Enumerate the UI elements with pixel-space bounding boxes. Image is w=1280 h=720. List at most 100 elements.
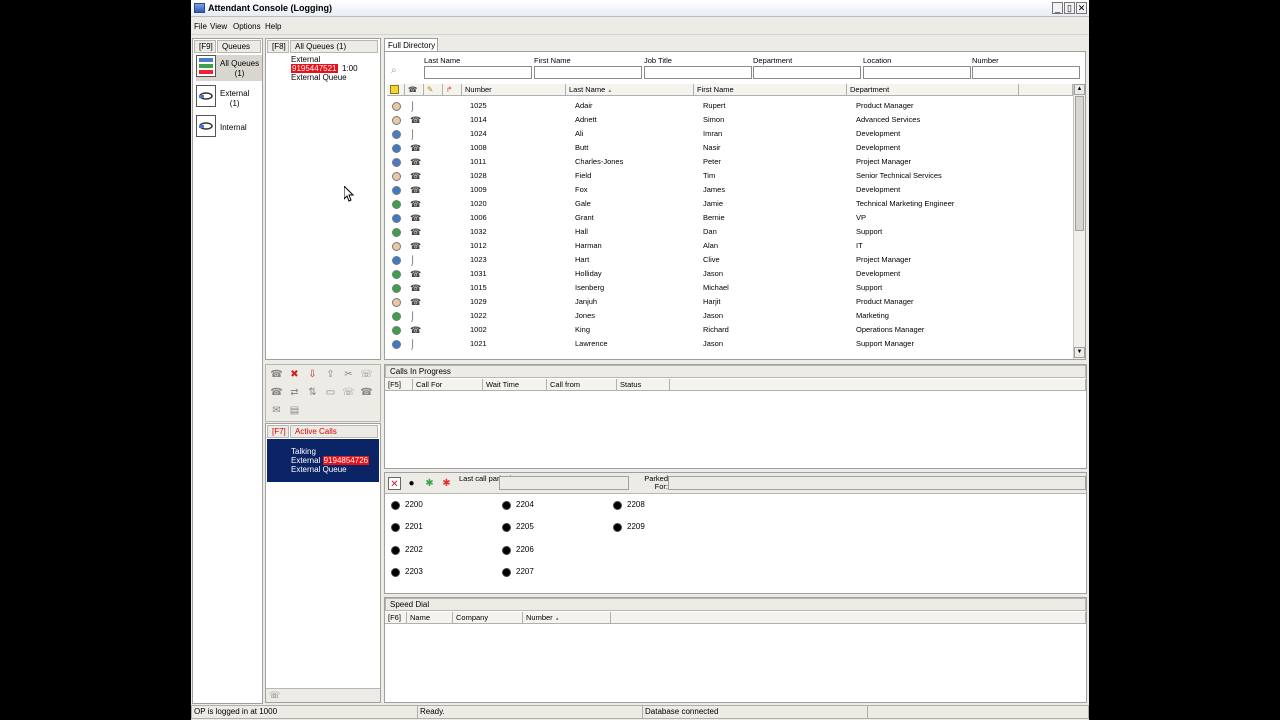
speed-dial-column-name[interactable]: Name: [407, 612, 453, 624]
directory-cell-department: Product Manager: [856, 297, 914, 306]
transfer-icon[interactable]: ⇪: [324, 368, 337, 381]
queue-item-internal[interactable]: Internal: [196, 115, 262, 141]
scroll-down-arrow[interactable]: ▼: [1074, 347, 1085, 358]
directory-row[interactable]: ⌡ 1025 Adair Rupert Product Manager: [385, 99, 1071, 113]
menu-file[interactable]: File: [194, 22, 207, 31]
hold-icon[interactable]: ⇩: [306, 368, 319, 381]
camp-on-icon[interactable]: ⇅: [306, 386, 319, 399]
directory-cell-first-name: Michael: [703, 283, 729, 292]
search-number-input[interactable]: [972, 66, 1080, 79]
notes-icon[interactable]: ▤: [288, 404, 301, 417]
presence-status-icon: [392, 172, 401, 181]
queue-item-all[interactable]: All Queues (1): [196, 55, 262, 81]
directory-scrollbar[interactable]: ▲ ▼: [1073, 84, 1085, 359]
search-job-title-input[interactable]: [644, 66, 752, 79]
speed-dial-column-number[interactable]: Number ▲: [523, 612, 611, 624]
directory-row[interactable]: ⌡ 1022 Jones Jason Marketing: [385, 309, 1071, 323]
device-column-icon[interactable]: ☎: [405, 84, 424, 96]
answer-icon[interactable]: ☎: [270, 368, 283, 381]
calls-column-status[interactable]: Status: [617, 379, 670, 391]
tab-full-directory[interactable]: Full Directory: [384, 38, 438, 52]
calls-column-wait-time[interactable]: Wait Time: [483, 379, 547, 391]
park-slot[interactable]: 2204: [502, 499, 562, 511]
directory-row[interactable]: ☎ 1006 Grant Bernie VP: [385, 211, 1071, 225]
search-department-input[interactable]: [753, 66, 861, 79]
retrieve-icon[interactable]: ☏: [342, 386, 355, 399]
park-call-icon[interactable]: ✕: [388, 477, 401, 490]
column-department[interactable]: Department: [847, 84, 1019, 96]
park-slot[interactable]: 2209: [613, 521, 673, 533]
column-number[interactable]: Number: [462, 84, 566, 96]
park-slot[interactable]: 2206: [502, 544, 562, 556]
column-first-name[interactable]: First Name: [694, 84, 847, 96]
speed-dial-column-company[interactable]: Company: [453, 612, 523, 624]
directory-row[interactable]: ☎ 1002 King Richard Operations Manager: [385, 323, 1071, 337]
park-slot-icon[interactable]: ●: [405, 477, 418, 490]
parked-for-field: [668, 476, 1086, 490]
directory-row[interactable]: ☎ 1031 Holliday Jason Development: [385, 267, 1071, 281]
search-first-name-input[interactable]: [534, 66, 642, 79]
directory-row[interactable]: ⌡ 1021 Lawrence Jason Support Manager: [385, 337, 1071, 351]
directory-cell-department: VP: [856, 213, 867, 222]
directory-row[interactable]: ☎ 1015 Isenberg Michael Support: [385, 281, 1071, 295]
park-slot[interactable]: 2205: [502, 521, 562, 533]
search-last-name-input[interactable]: [424, 66, 532, 79]
search-location-input[interactable]: [863, 66, 971, 79]
presence-column-icon[interactable]: [387, 84, 405, 96]
directory-row[interactable]: ☎ 1028 Field Tim Senior Technical Services: [385, 169, 1071, 183]
close-button[interactable]: ✕: [1076, 2, 1087, 14]
park-busy-icon[interactable]: ✱: [440, 477, 453, 490]
park-slot[interactable]: 2200: [391, 499, 451, 511]
message-icon[interactable]: ✉: [270, 404, 283, 417]
directory-row[interactable]: ⌡ 1023 Hart Clive Project Manager: [385, 253, 1071, 267]
calls-column-call-from[interactable]: Call from: [547, 379, 617, 391]
phone-icon: ☎: [410, 171, 422, 181]
dial-icon[interactable]: ☎: [270, 386, 283, 399]
queue-calls-panel: [F8] All Queues (1) External 9195447521 …: [265, 38, 381, 360]
park-slot[interactable]: 2208: [613, 499, 673, 511]
search-label-location: Location: [863, 56, 892, 65]
menu-help[interactable]: Help: [265, 22, 281, 31]
notes-column-icon[interactable]: ✎: [424, 84, 443, 96]
release-icon[interactable]: ✖: [288, 368, 301, 381]
scroll-thumb[interactable]: [1075, 96, 1084, 231]
search-label-job-title: Job Title: [644, 56, 672, 65]
search-icon[interactable]: ⌕: [391, 65, 397, 76]
active-call[interactable]: Talking External 9194854726 External Que…: [267, 439, 379, 482]
directory-row[interactable]: ⌡ 1024 Ali Imran Development: [385, 127, 1071, 141]
active-call-queue: External Queue: [291, 465, 347, 474]
column-last-name[interactable]: Last Name ▲: [566, 84, 694, 96]
conference-icon[interactable]: ✂: [342, 368, 355, 381]
menu-options[interactable]: Options: [233, 22, 261, 31]
minimize-button[interactable]: _: [1052, 2, 1063, 14]
directory-row[interactable]: ☎ 1009 Fox James Development: [385, 183, 1071, 197]
park-available-icon[interactable]: ✱: [423, 477, 436, 490]
directory-row[interactable]: ☎ 1014 Adnett Simon Advanced Services: [385, 113, 1071, 127]
queued-call[interactable]: External 9195447521 1:00 External Queue: [267, 55, 379, 85]
directory-cell-first-name: Dan: [703, 227, 717, 236]
directory-row[interactable]: ☎ 1029 Janjuh Harjit Product Manager: [385, 295, 1071, 309]
mute-icon[interactable]: ☎: [360, 386, 373, 399]
directory-row[interactable]: ☎ 1011 Charles-Jones Peter Project Manager: [385, 155, 1071, 169]
park-slot[interactable]: 2201: [391, 521, 451, 533]
directory-row[interactable]: ☎ 1032 Hall Dan Support: [385, 225, 1071, 239]
queue-item-external[interactable]: External (1): [196, 85, 262, 111]
directory-row[interactable]: ☎ 1012 Harman Alan IT: [385, 239, 1071, 253]
directory-cell-first-name: Jason: [703, 339, 724, 348]
park-slot[interactable]: 2207: [502, 566, 562, 578]
directory-row[interactable]: ☎ 1020 Gale Jamie Technical Marketing Engine…: [385, 197, 1071, 211]
record-icon[interactable]: ▭: [324, 386, 337, 399]
park-icon[interactable]: ☏: [360, 368, 373, 381]
presence-status-icon: [392, 130, 401, 139]
calls-column-call-for[interactable]: Call For: [413, 379, 483, 391]
menu-view[interactable]: View: [210, 22, 227, 31]
directory-cell-first-name: Bernie: [703, 213, 725, 222]
park-slot[interactable]: 2203: [391, 566, 451, 578]
park-slot[interactable]: 2202: [391, 544, 451, 556]
directory-row[interactable]: ☎ 1008 Butt Nasir Development: [385, 141, 1071, 155]
divert-column-icon[interactable]: ↱: [443, 84, 462, 96]
scroll-up-arrow[interactable]: ▲: [1074, 84, 1085, 95]
redirect-icon[interactable]: ⇄: [288, 386, 301, 399]
presence-status-icon: [392, 242, 401, 251]
maximize-button[interactable]: ▯: [1064, 2, 1075, 14]
